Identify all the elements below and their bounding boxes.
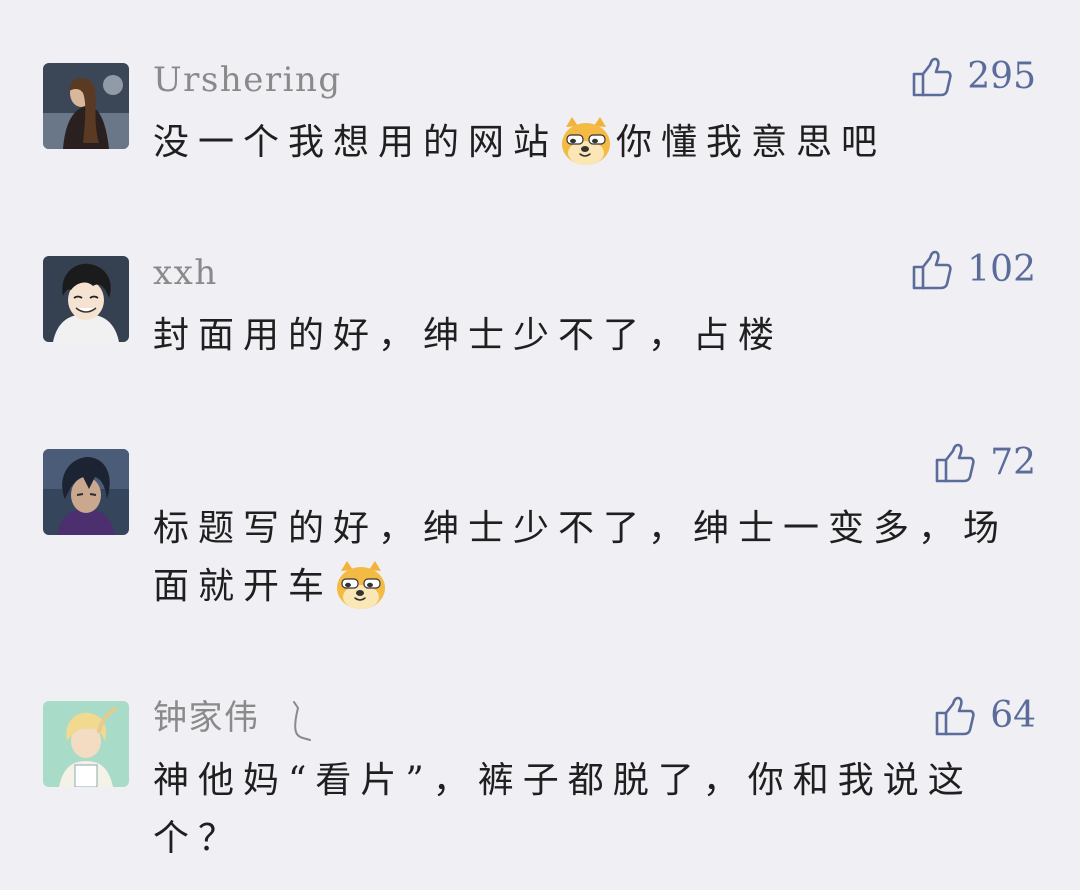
comment-text-part: 面就开车 (153, 566, 334, 607)
username[interactable]: Urshering (153, 60, 342, 100)
username[interactable]: xxh (153, 253, 218, 293)
comment-text-line: 标题写的好，绅士少不了，绅士一变多，场 (153, 508, 1009, 549)
doge-icon (558, 113, 614, 169)
avatar[interactable] (43, 63, 129, 149)
comment-text-line-2: 个？ (153, 818, 244, 859)
like-button[interactable]: 295 (911, 55, 1036, 99)
like-button[interactable]: 72 (934, 441, 1036, 485)
thumbs-up-icon (934, 442, 976, 484)
comment-text-part: 没一个我想用的网站 (153, 122, 559, 163)
doge-icon (333, 557, 389, 613)
comment-text-line-2: 面就开车 (153, 558, 1013, 616)
thumbs-up-icon (911, 56, 953, 98)
comment-text: 封面用的好，绅士少不了，占楼 (153, 307, 1013, 365)
thumbs-up-icon (934, 695, 976, 737)
comment-text-part: 你懂我意思吧 (616, 122, 887, 163)
comment-text: 标题写的好，绅士少不了，绅士一变多，场 面就开车 (153, 500, 1013, 616)
comment-text: 没一个我想用的网站 你懂我意思吧 (153, 114, 1013, 172)
username[interactable]: 钟家伟 (153, 698, 312, 742)
comment-text-line: 神他妈“看片”，裤子都脱了，你和我说这 (153, 760, 973, 801)
like-button[interactable]: 102 (911, 248, 1036, 292)
like-button[interactable]: 64 (934, 694, 1036, 738)
like-count: 295 (967, 56, 1036, 97)
thumbs-up-icon (911, 249, 953, 291)
like-count: 64 (990, 695, 1036, 736)
avatar[interactable] (43, 256, 129, 342)
like-count: 102 (967, 249, 1036, 290)
comment-text-line: 封面用的好，绅士少不了，占楼 (153, 315, 784, 356)
avatar[interactable] (43, 449, 129, 535)
username-text: 钟家伟 (153, 698, 260, 738)
like-count: 72 (990, 442, 1036, 483)
comment-text: 神他妈“看片”，裤子都脱了，你和我说这 个？ (153, 752, 1013, 868)
hook-mark-icon (292, 701, 311, 741)
avatar[interactable] (43, 701, 129, 787)
